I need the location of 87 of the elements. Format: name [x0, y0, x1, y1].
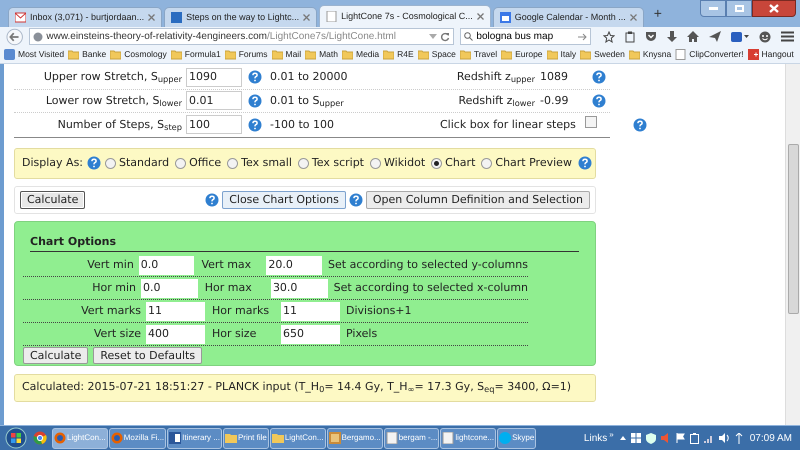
redshift-value: -0.99	[540, 92, 570, 108]
display-option-radio[interactable]: Chart	[431, 154, 476, 172]
browser-tab[interactable]: Steps on the way to Lightc...	[164, 7, 318, 27]
parameter-input[interactable]: 1090	[186, 68, 242, 87]
display-option-radio[interactable]: Wikidot	[370, 154, 426, 172]
chart-option-input[interactable]: 0.0	[138, 256, 194, 274]
browser-tab[interactable]: Google Calendar - Month ...	[492, 7, 644, 27]
taskbar-button[interactable]: Skype	[497, 428, 536, 448]
chart-option-label: Vert min	[86, 256, 135, 273]
chart-option-label: Vert max	[200, 256, 252, 273]
bookmark[interactable]: Cosmology	[110, 48, 167, 61]
bookmark[interactable]: Most Visited	[4, 48, 64, 61]
chart-option-label: Hor size	[211, 326, 258, 342]
more-links-chevron[interactable]: »	[609, 429, 614, 441]
parameter-range: 0.01 to S$_{upper}$	[270, 92, 345, 109]
chart-option-input[interactable]: 650	[281, 324, 340, 344]
bookmark[interactable]: Knysna	[628, 48, 672, 61]
chart-option-input[interactable]: 11	[146, 302, 205, 320]
url-domain[interactable]: www.einsteins-theory-of-relativity-4engineers.com	[46, 31, 268, 42]
taskbar-button[interactable]: lightcone...	[440, 428, 496, 448]
bookmark[interactable]: Media	[342, 48, 380, 61]
chart-option-note: Divisions+1	[345, 302, 412, 319]
taskbar-button[interactable]: Mozilla Fi...	[108, 428, 166, 448]
links-toolbar-label[interactable]: Links	[584, 430, 608, 446]
new-tab-button[interactable]: +	[654, 3, 662, 24]
chart-option-input[interactable]: 30.0	[270, 278, 328, 298]
chart-option-input[interactable]: 20.0	[266, 256, 322, 274]
chart-option-label: Hor marks	[211, 302, 270, 319]
search-text: bologna bus map	[476, 30, 554, 44]
calculate-button[interactable]: Calculate	[20, 190, 86, 208]
browser-tab[interactable]: LightCone 7s - Cosmological C...	[319, 5, 491, 27]
bookmark[interactable]: Hangout	[748, 48, 794, 61]
taskbar-button[interactable]: Itinerary ...	[167, 428, 222, 448]
open-column-definition-button[interactable]: Open Column Definition and Selection	[366, 190, 590, 208]
redshift-label: Redshift z$_{lower}$	[458, 92, 536, 109]
bookmark[interactable]: Formula1	[170, 48, 221, 61]
display-option-radio[interactable]: Office	[175, 154, 222, 172]
chart-option-note: Set according to selected y-columns	[327, 256, 528, 273]
chart-option-note: Set according to selected x-column	[332, 280, 528, 296]
chart-options-heading: Chart Options	[30, 234, 116, 248]
bookmark[interactable]: Mail	[272, 48, 302, 61]
redshift-value: 1089	[540, 69, 569, 85]
chart-option-label: Hor max	[204, 280, 253, 296]
chart-option-button[interactable]: Calculate	[23, 347, 88, 364]
chart-option-label: Vert marks	[80, 302, 142, 319]
display-as-label: Display As:	[22, 154, 84, 171]
display-option-radio[interactable]: Tex script	[298, 154, 364, 172]
chart-option-input[interactable]: 11	[281, 302, 340, 320]
parameter-range: 0.01 to 20000	[270, 69, 349, 85]
chart-option-input[interactable]: 0.0	[141, 278, 198, 298]
parameter-input[interactable]: 0.01	[186, 91, 242, 110]
taskbar-button[interactable]: bergam -...	[384, 428, 440, 448]
bookmark[interactable]: Europe	[501, 48, 543, 61]
bookmark[interactable]: Travel	[460, 48, 498, 61]
parameter-label: Lower row Stretch, S$_{lower}$	[44, 92, 183, 109]
parameter-label: Number of Steps, S$_{step}$	[56, 116, 183, 133]
bookmark[interactable]: Sweden	[580, 48, 625, 61]
taskbar-button[interactable]: Print file	[222, 428, 269, 448]
parameter-input[interactable]: 100	[186, 115, 242, 134]
bookmark[interactable]: Forums	[224, 48, 268, 61]
taskbar-button[interactable]: Bergamo...	[326, 428, 383, 448]
close-chart-options-button[interactable]: Close Chart Options	[222, 190, 346, 208]
bookmark[interactable]: R4E	[383, 48, 414, 61]
browser-tab[interactable]: Inbox (3,071) - burtjordaan...	[8, 7, 162, 27]
bookmark[interactable]: Math	[305, 48, 338, 61]
display-option-radio[interactable]: Tex small	[227, 154, 292, 172]
display-option-radio[interactable]: Chart Preview	[481, 154, 572, 172]
checkbox-label: Click box for linear steps	[440, 116, 577, 132]
chart-option-label: Hor min	[91, 280, 138, 296]
bookmark[interactable]: Space	[418, 48, 456, 61]
chart-option-note: Pixels	[345, 326, 378, 342]
parameter-label: Upper row Stretch, S$_{upper}$	[42, 69, 183, 86]
chart-option-button[interactable]: Reset to Defaults	[93, 347, 202, 364]
redshift-label: Redshift z$_{upper}$	[456, 69, 536, 86]
chart-option-label: Vert size	[92, 326, 142, 342]
url-path[interactable]: /LightCone7s/LightCone.html	[267, 31, 396, 42]
display-option-radio[interactable]: Standard	[105, 154, 170, 172]
parameter-range: -100 to 100	[270, 116, 335, 132]
bookmark[interactable]: Italy	[546, 48, 576, 61]
clock[interactable]: 07:09 AM	[750, 430, 792, 446]
bookmark[interactable]: ClipConverter!	[675, 48, 744, 61]
bookmark[interactable]: Banke	[68, 48, 106, 61]
chart-option-input[interactable]: 400	[146, 324, 205, 344]
address-field[interactable]: www.einsteins-theory-of-relativity-4engineers.com/LightCone7s/LightCone.html	[29, 28, 454, 45]
search-field[interactable]: bologna bus map	[460, 28, 591, 45]
calculation-status: Calculated: 2015-07-21 18:51:27 - PLANCK input (T_H$_{0}$= 14.4 Gy, T_H$_{∞}$= 17.3 Gy, S$_{eq}$= 3400, Ω=1)	[22, 379, 572, 396]
taskbar-button[interactable]: LightCon...	[270, 428, 326, 448]
